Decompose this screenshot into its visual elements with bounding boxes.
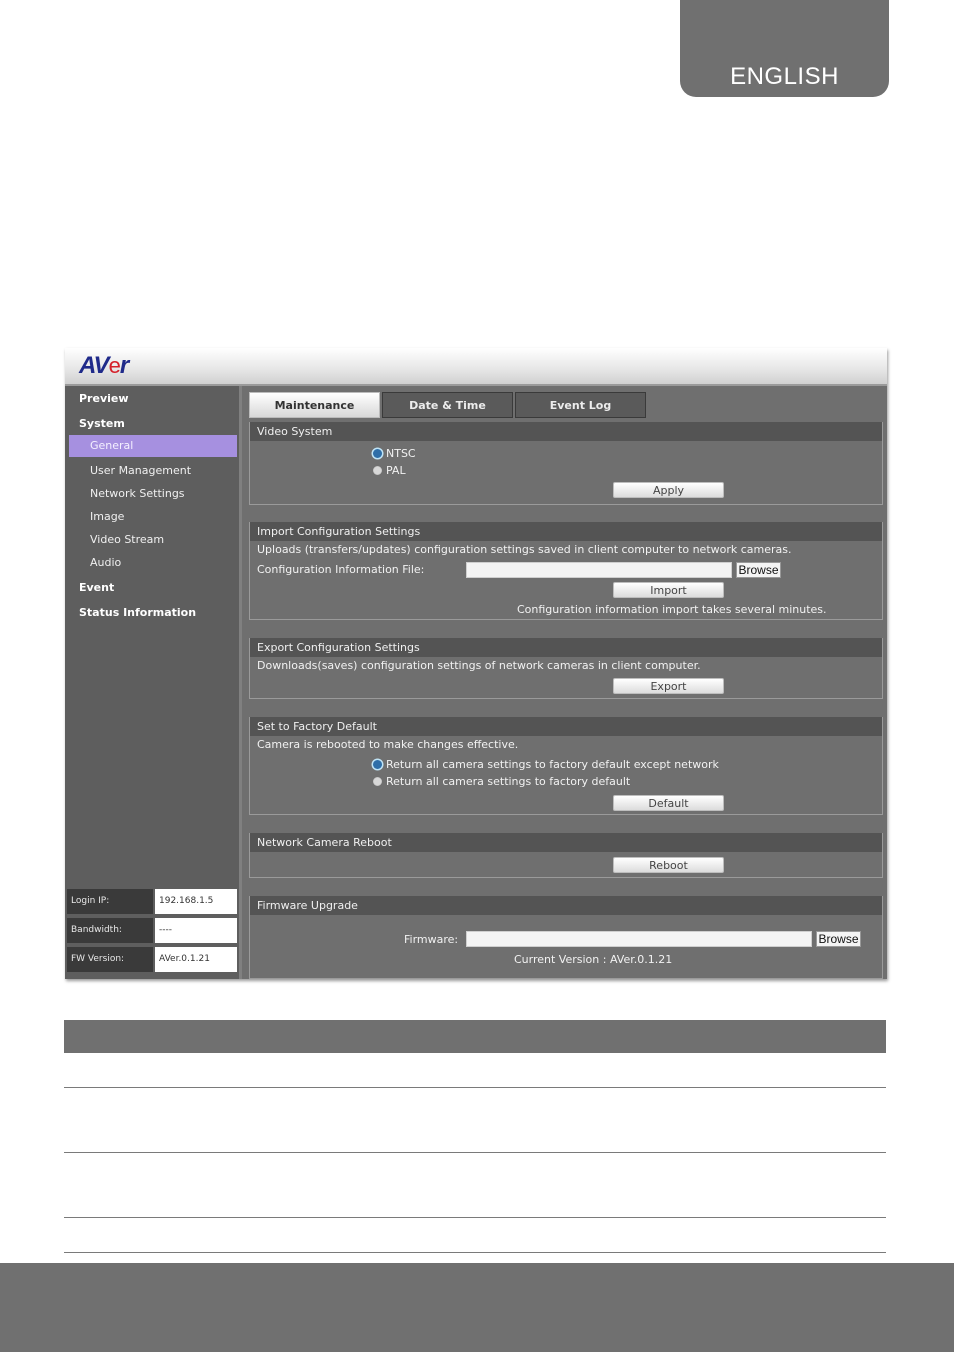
section-reboot: Network Camera Reboot Reboot bbox=[249, 833, 883, 878]
info-row-bandwidth: Bandwidth: ---- bbox=[67, 918, 239, 947]
section-firmware-upgrade: Firmware Upgrade Firmware: Browse Curren… bbox=[249, 896, 883, 979]
import-note: Configuration information import takes s… bbox=[517, 603, 827, 616]
firmware-label: Firmware: bbox=[404, 933, 459, 946]
config-file-label: Configuration Information File: bbox=[257, 563, 425, 576]
info-row-fw-version: FW Version: AVer.0.1.21 bbox=[67, 947, 239, 976]
radio-ntsc[interactable] bbox=[373, 449, 382, 458]
apply-button[interactable]: Apply bbox=[613, 482, 724, 498]
sidebar-item-status-information[interactable]: Status Information bbox=[79, 606, 196, 619]
section-export-config: Export Configuration Settings Downloads(… bbox=[249, 638, 883, 699]
firmware-browse-button[interactable]: Browse bbox=[816, 931, 861, 947]
section-import-config: Import Configuration Settings Uploads (t… bbox=[249, 522, 883, 620]
aver-logo: AVer bbox=[79, 352, 129, 379]
section-title: Export Configuration Settings bbox=[250, 638, 882, 657]
info-label: FW Version: bbox=[67, 947, 153, 972]
import-description: Uploads (transfers/updates) configuratio… bbox=[257, 543, 792, 556]
section-video-system: Video System NTSC PAL Apply bbox=[249, 422, 883, 505]
info-label: Login IP: bbox=[67, 889, 153, 914]
radio-label-ntsc: NTSC bbox=[386, 447, 416, 460]
language-label: ENGLISH bbox=[730, 63, 839, 90]
sidebar-item-image[interactable]: Image bbox=[90, 510, 124, 523]
sidebar: Preview System General User Management N… bbox=[65, 386, 242, 979]
radio-label-default-except-network: Return all camera settings to factory de… bbox=[386, 758, 719, 771]
info-row-login-ip: Login IP: 192.168.1.5 bbox=[67, 889, 239, 918]
import-button[interactable]: Import bbox=[613, 582, 724, 598]
table-divider bbox=[64, 1152, 886, 1153]
config-file-input[interactable] bbox=[466, 562, 732, 578]
sidebar-item-audio[interactable]: Audio bbox=[90, 556, 121, 569]
info-panel: Login IP: 192.168.1.5 Bandwidth: ---- FW… bbox=[67, 889, 239, 976]
radio-default-all[interactable] bbox=[373, 777, 382, 786]
info-value: 192.168.1.5 bbox=[155, 889, 237, 914]
config-browse-button[interactable]: Browse bbox=[736, 562, 781, 578]
page-footer-bar bbox=[0, 1263, 954, 1352]
default-button[interactable]: Default bbox=[613, 795, 724, 811]
info-label: Bandwidth: bbox=[67, 918, 153, 943]
reboot-button[interactable]: Reboot bbox=[613, 857, 724, 873]
factory-description: Camera is rebooted to make changes effec… bbox=[257, 738, 519, 751]
info-value: ---- bbox=[155, 918, 237, 943]
sidebar-item-event[interactable]: Event bbox=[79, 581, 114, 594]
table-divider bbox=[64, 1252, 886, 1253]
sidebar-item-label: General bbox=[90, 439, 134, 452]
sidebar-item-user-management[interactable]: User Management bbox=[90, 464, 191, 477]
section-title: Video System bbox=[250, 422, 882, 441]
sidebar-item-general[interactable]: General bbox=[69, 435, 237, 457]
header-bar: AVer bbox=[65, 348, 887, 386]
section-title: Import Configuration Settings bbox=[250, 522, 882, 541]
tab-event-log[interactable]: Event Log bbox=[515, 392, 646, 418]
firmware-file-input[interactable] bbox=[466, 931, 812, 947]
main-panel: Maintenance Date & Time Event Log Video … bbox=[242, 386, 887, 979]
radio-pal[interactable] bbox=[373, 466, 382, 475]
camera-web-ui: AVer Preview System General User Managem… bbox=[65, 348, 887, 979]
table-divider bbox=[64, 1217, 886, 1218]
section-title: Set to Factory Default bbox=[250, 717, 882, 736]
radio-default-except-network[interactable] bbox=[373, 760, 382, 769]
section-title: Network Camera Reboot bbox=[250, 833, 882, 852]
section-factory-default: Set to Factory Default Camera is reboote… bbox=[249, 717, 883, 815]
table-divider bbox=[64, 1087, 886, 1088]
section-title: Firmware Upgrade bbox=[250, 896, 882, 915]
sidebar-item-preview[interactable]: Preview bbox=[79, 392, 129, 405]
tab-date-time[interactable]: Date & Time bbox=[382, 392, 513, 418]
export-button[interactable]: Export bbox=[613, 678, 724, 694]
info-value: AVer.0.1.21 bbox=[155, 947, 237, 972]
radio-label-pal: PAL bbox=[386, 464, 406, 477]
table-header-bar bbox=[64, 1020, 886, 1053]
current-version: Current Version : AVer.0.1.21 bbox=[514, 953, 673, 966]
tab-maintenance[interactable]: Maintenance bbox=[249, 392, 380, 418]
radio-label-default-all: Return all camera settings to factory de… bbox=[386, 775, 631, 788]
sidebar-item-network-settings[interactable]: Network Settings bbox=[90, 487, 185, 500]
language-tab: ENGLISH bbox=[680, 0, 889, 97]
sidebar-item-system[interactable]: System bbox=[79, 417, 125, 430]
sidebar-item-video-stream[interactable]: Video Stream bbox=[90, 533, 164, 546]
export-description: Downloads(saves) configuration settings … bbox=[257, 659, 701, 672]
